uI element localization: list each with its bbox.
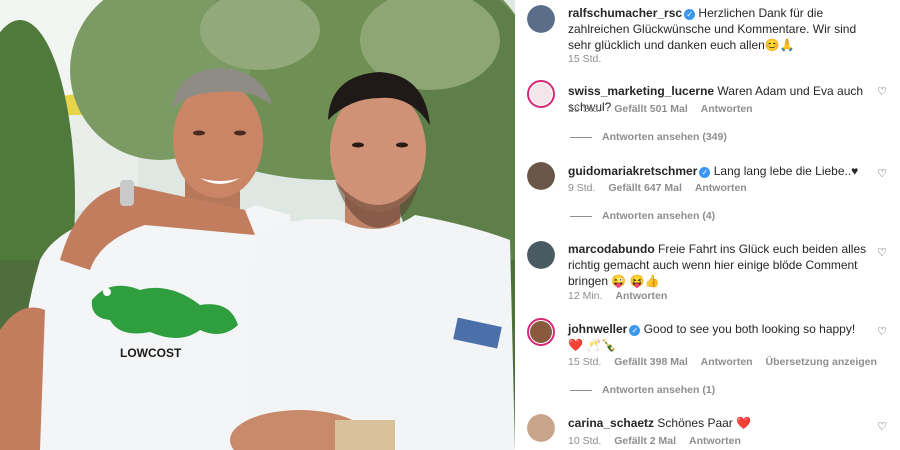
- comment-username[interactable]: carina_schaetz: [568, 416, 654, 430]
- comment-username[interactable]: marcodabundo: [568, 242, 655, 256]
- reply-button[interactable]: Antworten: [615, 290, 667, 302]
- comment-likes[interactable]: Gefällt 398 Mal: [614, 356, 688, 368]
- heart-outline-icon[interactable]: ♡: [876, 86, 888, 98]
- comment-likes[interactable]: Gefällt 501 Mal: [614, 103, 688, 115]
- comment-meta: 9 Std. Gefällt 647 Mal Antworten: [568, 181, 757, 195]
- comment-text-block: guidomariakretschmer ✓ Lang lang lebe die…: [568, 163, 868, 179]
- comment-time: 15 Std.: [568, 53, 602, 65]
- view-replies-button[interactable]: Antworten ansehen (1): [570, 383, 715, 397]
- comment-meta: 12 Min. Antworten: [568, 289, 677, 303]
- translate-button[interactable]: Übersetzung anzeigen: [766, 356, 877, 368]
- comment-username[interactable]: ralfschumacher_rsc: [568, 6, 682, 20]
- comment-username[interactable]: johnweller: [568, 322, 627, 336]
- heart-outline-icon[interactable]: ♡: [876, 326, 888, 338]
- avatar[interactable]: [527, 5, 555, 33]
- heart-outline-icon[interactable]: ♡: [876, 421, 888, 433]
- comment-username[interactable]: guidomariakretschmer: [568, 164, 697, 178]
- comment-time: 15 Std.: [568, 103, 602, 115]
- avatar[interactable]: [527, 80, 555, 108]
- view-replies-label: Antworten ansehen (4): [602, 210, 716, 222]
- comment-text-block: marcodabundo Freie Fahrt ins Glück euch …: [568, 241, 868, 289]
- comment-time: 9 Std.: [568, 182, 596, 194]
- comment-text: Lang lang lebe die Liebe..♥: [713, 164, 859, 178]
- reply-button[interactable]: Antworten: [689, 435, 741, 447]
- view-replies-label: Antworten ansehen (349): [602, 131, 727, 143]
- comment-time: 12 Min.: [568, 290, 603, 302]
- reply-button[interactable]: Antworten: [695, 182, 747, 194]
- comment-meta: 10 Std. Gefällt 2 Mal Antworten: [568, 434, 751, 448]
- avatar[interactable]: [527, 241, 555, 269]
- comment-text-block: carina_schaetz Schönes Paar ❤️: [568, 415, 868, 431]
- avatar[interactable]: [527, 162, 555, 190]
- view-replies-button[interactable]: Antworten ansehen (4): [570, 209, 715, 223]
- reply-button[interactable]: Antworten: [701, 356, 753, 368]
- comment-meta: 15 Std.: [568, 52, 611, 66]
- heart-outline-icon[interactable]: ♡: [876, 247, 888, 259]
- comment-likes[interactable]: Gefällt 2 Mal: [614, 435, 676, 447]
- verified-badge-icon: ✓: [699, 167, 711, 178]
- comment-meta: 15 Std. Gefällt 501 Mal Antworten: [568, 102, 763, 116]
- view-replies-label: Antworten ansehen (1): [602, 384, 716, 396]
- comment-time: 15 Std.: [568, 356, 602, 368]
- comment-text-block: ralfschumacher_rsc ✓ Herzlichen Dank für …: [568, 5, 868, 53]
- comment-likes[interactable]: Gefällt 647 Mal: [608, 182, 682, 194]
- verified-badge-icon: ✓: [684, 9, 696, 20]
- post-photo[interactable]: LOWCOST: [0, 0, 515, 450]
- view-replies-button[interactable]: Antworten ansehen (349): [570, 130, 727, 144]
- comment-time: 10 Std.: [568, 435, 602, 447]
- verified-badge-icon: ✓: [629, 325, 641, 336]
- shirt-text: LOWCOST: [120, 346, 182, 360]
- avatar[interactable]: [527, 414, 555, 442]
- comments-panel[interactable]: ralfschumacher_rsc ✓ Herzlichen Dank für …: [515, 0, 900, 450]
- comment-meta: 15 Std. Gefällt 398 Mal Antworten Überse…: [568, 355, 887, 369]
- comment-text-block: johnweller ✓ Good to see you both looking…: [568, 321, 868, 353]
- avatar[interactable]: [527, 318, 555, 346]
- comment-username[interactable]: swiss_marketing_lucerne: [568, 84, 714, 98]
- comment-text: Schönes Paar ❤️: [657, 416, 752, 430]
- photo-illustration: LOWCOST: [0, 0, 515, 450]
- reply-button[interactable]: Antworten: [701, 103, 753, 115]
- heart-outline-icon[interactable]: ♡: [876, 168, 888, 180]
